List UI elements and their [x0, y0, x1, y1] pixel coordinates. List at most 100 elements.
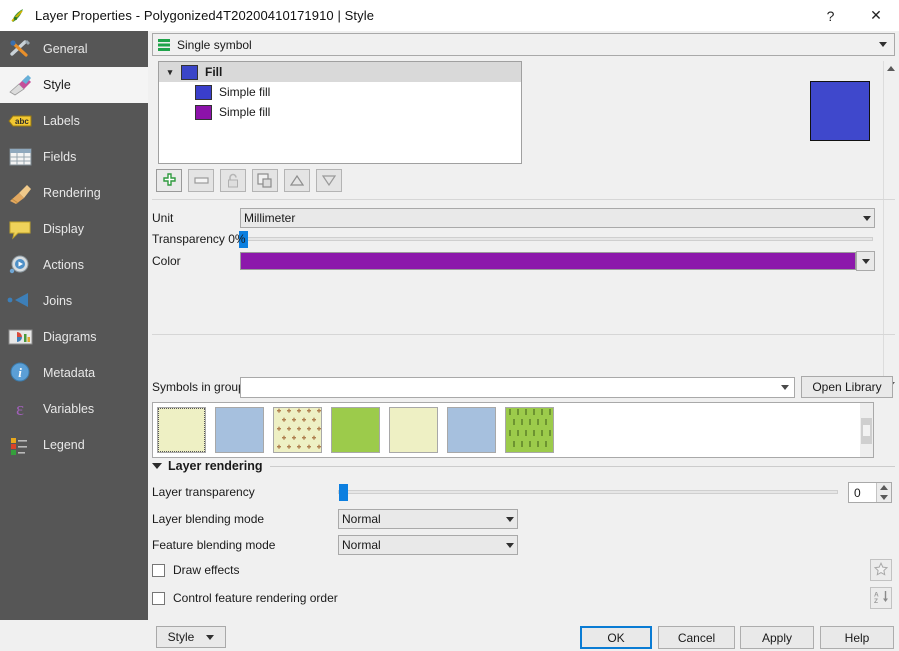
sidebar-label: Rendering — [43, 186, 101, 200]
layer-rendering-title: Layer rendering — [168, 459, 263, 473]
cancel-button[interactable]: Cancel — [658, 626, 735, 649]
transparency-label: Transparency 0% — [152, 232, 246, 246]
color-row: Color — [152, 251, 875, 271]
tools-icon — [6, 36, 36, 62]
color-dropdown-button[interactable] — [856, 251, 875, 271]
feature-blend-combo[interactable]: Normal — [338, 535, 518, 555]
sidebar-item-style[interactable]: Style — [0, 67, 148, 103]
single-symbol-icon — [157, 38, 171, 52]
help-titlebar-button[interactable]: ? — [808, 0, 853, 31]
tree-row-label: Simple fill — [219, 85, 271, 99]
gallery-swatch[interactable] — [273, 407, 322, 453]
gallery-swatch[interactable] — [389, 407, 438, 453]
sidebar-item-fields[interactable]: Fields — [0, 139, 148, 175]
sidebar-item-legend[interactable]: Legend — [0, 427, 148, 463]
layer-transparency-label: Layer transparency — [152, 485, 255, 499]
duplicate-layer-button[interactable] — [252, 169, 278, 192]
move-down-button[interactable] — [316, 169, 342, 192]
layer-blend-value: Normal — [342, 512, 381, 526]
renderer-type-value: Single symbol — [177, 37, 252, 52]
sidebar-label: Fields — [43, 150, 77, 164]
sidebar-label: General — [43, 42, 88, 56]
effects-properties-button[interactable] — [870, 559, 892, 581]
sidebar-item-labels[interactable]: abc Labels — [0, 103, 148, 139]
sidebar-item-general[interactable]: General — [0, 31, 148, 67]
symbol-gallery[interactable] — [152, 402, 874, 458]
checkbox-box[interactable] — [152, 563, 165, 577]
gallery-swatch[interactable] — [215, 407, 264, 453]
title-bar: Layer Properties - Polygonized4T20200410… — [0, 0, 899, 31]
spin-down-icon[interactable] — [877, 493, 891, 503]
sidebar-item-actions[interactable]: Actions — [0, 247, 148, 283]
gallery-swatch[interactable] — [157, 407, 206, 453]
sidebar-item-variables[interactable]: ε Variables — [0, 391, 148, 427]
apply-button[interactable]: Apply — [740, 626, 814, 649]
table-icon — [6, 144, 36, 170]
tree-row[interactable]: Simple fill — [159, 102, 521, 122]
help-button[interactable]: Help — [820, 626, 894, 649]
slider-handle[interactable] — [339, 484, 348, 501]
gallery-scrollbar[interactable] — [860, 402, 874, 458]
chevron-down-icon — [506, 516, 514, 522]
chevron-down-icon[interactable]: ▾ — [159, 62, 181, 82]
sidebar-item-diagrams[interactable]: Diagrams — [0, 319, 148, 355]
layer-transparency-slider[interactable] — [338, 484, 838, 501]
gallery-swatch[interactable] — [331, 407, 380, 453]
chevron-down-icon — [506, 542, 514, 548]
style-panel: Single symbol ▾ Fill Simple fill Simple … — [148, 31, 899, 649]
chevron-down-icon — [863, 215, 871, 221]
unit-row: Unit Millimeter — [152, 208, 875, 228]
symbol-preview-area — [528, 61, 873, 164]
tree-row[interactable]: Simple fill — [159, 82, 521, 102]
info-icon: i — [6, 360, 36, 386]
symbols-in-group-combo[interactable] — [240, 377, 795, 398]
symbol-swatch — [195, 104, 212, 120]
open-library-button[interactable]: Open Library — [801, 376, 893, 398]
sidebar-item-display[interactable]: Display — [0, 211, 148, 247]
lock-layer-button[interactable] — [220, 169, 246, 192]
sidebar-item-rendering[interactable]: Rendering — [0, 175, 148, 211]
scrollbar-thumb[interactable] — [861, 418, 872, 444]
draw-effects-checkbox[interactable]: Draw effects — [152, 563, 239, 577]
close-icon[interactable]: ✕ — [853, 0, 899, 31]
scroll-up-icon[interactable] — [884, 61, 898, 75]
tree-row-root[interactable]: ▾ Fill — [159, 62, 521, 82]
spin-up-icon[interactable] — [877, 483, 891, 493]
style-menu-button[interactable]: Style — [156, 626, 226, 648]
sidebar-label: Joins — [43, 294, 73, 308]
abc-label-icon: abc — [6, 108, 36, 134]
unit-combo[interactable]: Millimeter — [240, 208, 875, 228]
gallery-swatch[interactable] — [505, 407, 554, 453]
epsilon-icon: ε — [6, 396, 36, 422]
divider — [152, 199, 895, 200]
add-symbol-layer-button[interactable] — [156, 169, 182, 192]
divider — [152, 334, 895, 335]
color-label: Color — [152, 254, 181, 268]
dialog-button-bar: Style OK Cancel Apply Help — [148, 591, 899, 651]
layer-rendering-group-header[interactable]: Layer rendering — [152, 459, 895, 473]
symbols-in-group-label: Symbols in group — [152, 380, 245, 394]
move-up-button[interactable] — [284, 169, 310, 192]
remove-symbol-layer-button[interactable] — [188, 169, 214, 192]
divider — [270, 465, 895, 467]
feature-blend-value: Normal — [342, 538, 381, 552]
panel-scrollbar[interactable] — [883, 61, 898, 391]
spinbox-value: 0 — [854, 485, 861, 500]
symbol-swatch — [195, 84, 212, 100]
sidebar-item-metadata[interactable]: i Metadata — [0, 355, 148, 391]
paintbrush-icon — [6, 72, 36, 98]
transparency-slider[interactable] — [238, 231, 873, 248]
triangle-down-icon[interactable] — [152, 463, 162, 469]
scrollbar-thumb-grip — [863, 425, 870, 436]
renderer-type-combo[interactable]: Single symbol — [152, 33, 895, 56]
sidebar-label: Variables — [43, 402, 95, 416]
color-swatch-button[interactable] — [240, 252, 856, 270]
symbol-layer-tree[interactable]: ▾ Fill Simple fill Simple fill — [158, 61, 522, 164]
layer-transparency-spinbox[interactable]: 0 — [848, 482, 892, 503]
sidebar-item-joins[interactable]: Joins — [0, 283, 148, 319]
svg-text:ε: ε — [16, 399, 24, 420]
layer-blend-combo[interactable]: Normal — [338, 509, 518, 529]
star-icon — [873, 561, 889, 579]
ok-button[interactable]: OK — [580, 626, 652, 649]
gallery-swatch[interactable] — [447, 407, 496, 453]
